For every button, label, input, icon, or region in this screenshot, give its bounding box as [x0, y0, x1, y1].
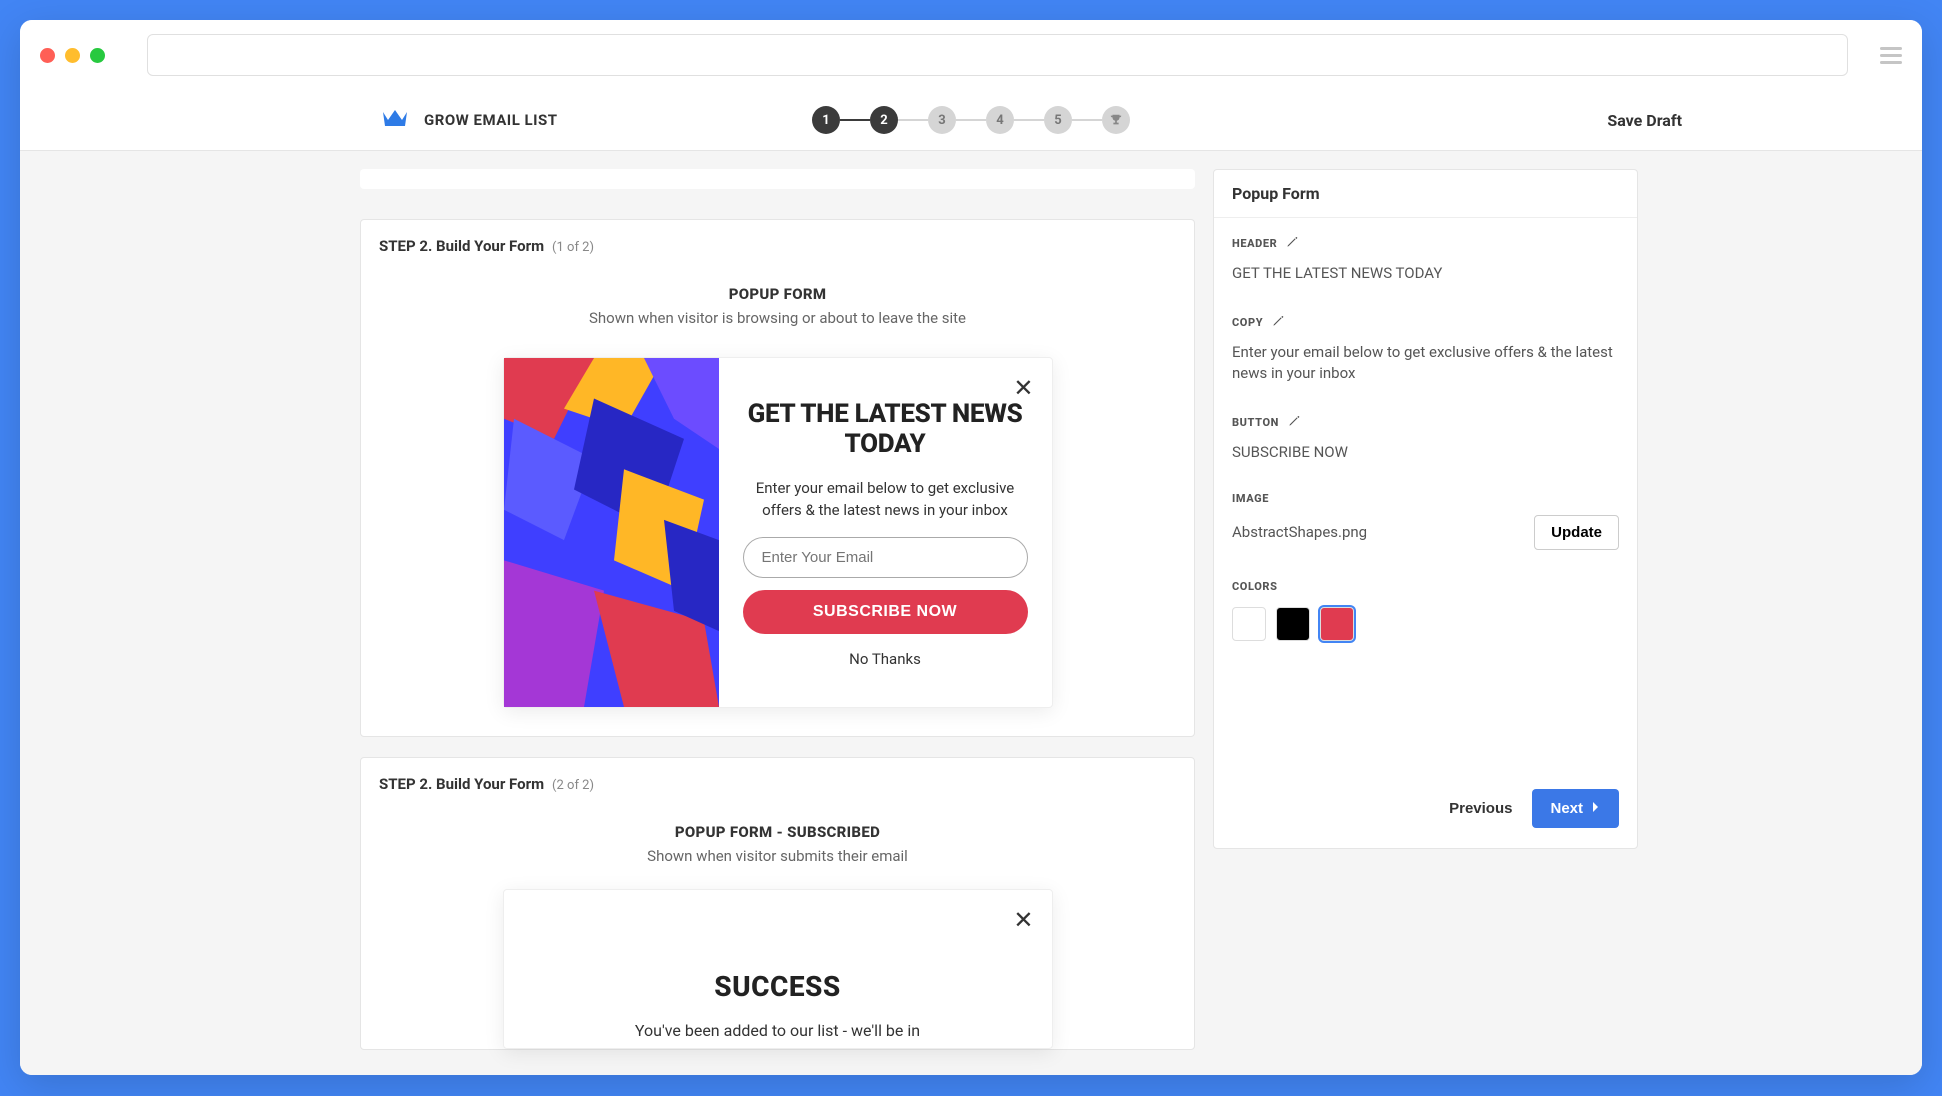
field-label-copy: COPY: [1232, 316, 1263, 329]
field-value-header: GET THE LATEST NEWS TODAY: [1232, 263, 1619, 283]
hamburger-menu-icon[interactable]: [1880, 47, 1902, 64]
section-desc: Shown when visitor submits their email: [379, 847, 1176, 865]
edit-header-icon[interactable]: [1285, 234, 1298, 253]
step-3[interactable]: 3: [928, 106, 956, 134]
section-heading: POPUP FORM - SUBSCRIBED: [379, 823, 1176, 841]
save-draft-button[interactable]: Save Draft: [1607, 111, 1682, 130]
browser-window: GROW EMAIL LIST 1 2 3 4 5 Save Draft STE…: [20, 20, 1922, 1075]
section-heading: POPUP FORM: [379, 285, 1176, 303]
section-desc: Shown when visitor is browsing or about …: [379, 309, 1176, 327]
popup-preview: ✕ GET THE LATEST NEWS TODAY Enter your e…: [503, 357, 1053, 708]
field-header-row: HEADER: [1232, 234, 1619, 253]
card-subheader: (2 of 2): [552, 778, 594, 793]
next-button-label: Next: [1550, 800, 1583, 817]
sidebar-title: Popup Form: [1214, 170, 1637, 218]
step-connector: [956, 119, 986, 121]
window-minimize-icon[interactable]: [65, 48, 80, 63]
browser-chrome: [20, 20, 1922, 90]
collapsed-card: [360, 169, 1195, 189]
card-title: STEP 2. Build Your Form: [379, 237, 544, 255]
field-value-copy: Enter your email below to get exclusive …: [1232, 342, 1619, 383]
field-copy-row: COPY: [1232, 313, 1619, 332]
window-close-icon[interactable]: [40, 48, 55, 63]
field-value-button: SUBSCRIBE NOW: [1232, 442, 1619, 462]
next-button[interactable]: Next: [1532, 789, 1619, 828]
popup-headline: GET THE LATEST NEWS TODAY: [743, 400, 1028, 460]
popup-close-icon[interactable]: ✕: [1013, 906, 1033, 934]
main-column: STEP 2. Build Your Form (1 of 2) POPUP F…: [360, 151, 1195, 1075]
popup-body: ✕ GET THE LATEST NEWS TODAY Enter your e…: [719, 358, 1052, 707]
color-swatch-white[interactable]: [1232, 607, 1266, 641]
chevron-right-icon: [1591, 800, 1601, 817]
logo-section: GROW EMAIL LIST: [380, 106, 558, 134]
crown-icon: [380, 106, 410, 134]
step-5[interactable]: 5: [1044, 106, 1072, 134]
subscribe-button[interactable]: SUBSCRIBE NOW: [743, 590, 1028, 634]
step-4[interactable]: 4: [986, 106, 1014, 134]
step-connector: [840, 119, 870, 121]
top-bar: GROW EMAIL LIST 1 2 3 4 5 Save Draft: [20, 90, 1922, 151]
popup-image: [504, 358, 719, 707]
edit-button-icon[interactable]: [1287, 413, 1300, 432]
step-connector: [1014, 119, 1044, 121]
edit-copy-icon[interactable]: [1271, 313, 1284, 332]
sidebar-body: HEADER GET THE LATEST NEWS TODAY COPY En…: [1214, 218, 1637, 773]
color-swatches: [1232, 607, 1619, 641]
previous-button[interactable]: Previous: [1449, 800, 1512, 817]
field-label-header: HEADER: [1232, 237, 1277, 250]
card-header: STEP 2. Build Your Form (1 of 2): [379, 236, 1176, 255]
field-label-image: IMAGE: [1232, 492, 1269, 505]
update-image-button[interactable]: Update: [1534, 515, 1619, 550]
window-maximize-icon[interactable]: [90, 48, 105, 63]
color-swatch-black[interactable]: [1276, 607, 1310, 641]
card-header: STEP 2. Build Your Form (2 of 2): [379, 774, 1176, 793]
url-bar[interactable]: [147, 34, 1848, 76]
step-connector: [1072, 119, 1102, 121]
form-builder-card-2: STEP 2. Build Your Form (2 of 2) POPUP F…: [360, 757, 1195, 1050]
step-connector: [898, 119, 928, 121]
field-button-row: BUTTON: [1232, 413, 1619, 432]
no-thanks-link[interactable]: No Thanks: [743, 650, 1028, 668]
progress-stepper: 1 2 3 4 5: [812, 106, 1130, 134]
field-label-colors: COLORS: [1232, 580, 1278, 593]
email-input[interactable]: [743, 537, 1028, 578]
app-title: GROW EMAIL LIST: [424, 111, 558, 129]
step-2[interactable]: 2: [870, 106, 898, 134]
sidebar-footer: Previous Next: [1214, 773, 1637, 848]
card-subheader: (1 of 2): [552, 240, 594, 255]
step-final-trophy-icon[interactable]: [1102, 106, 1130, 134]
success-body: You've been added to our list - we'll be…: [528, 1021, 1028, 1040]
sidebar-column: Popup Form HEADER GET THE LATEST NEWS TO…: [1213, 151, 1638, 1075]
form-builder-card-1: STEP 2. Build Your Form (1 of 2) POPUP F…: [360, 219, 1195, 737]
card-title: STEP 2. Build Your Form: [379, 775, 544, 793]
image-row: AbstractShapes.png Update: [1232, 515, 1619, 550]
sidebar-panel: Popup Form HEADER GET THE LATEST NEWS TO…: [1213, 169, 1638, 849]
step-1[interactable]: 1: [812, 106, 840, 134]
field-label-button: BUTTON: [1232, 416, 1279, 429]
success-title: SUCCESS: [528, 970, 1028, 1003]
popup-success-preview: ✕ SUCCESS You've been added to our list …: [503, 889, 1053, 1049]
popup-close-icon[interactable]: ✕: [1013, 374, 1033, 402]
traffic-lights: [40, 48, 105, 63]
popup-copy: Enter your email below to get exclusive …: [743, 478, 1028, 522]
content-area: STEP 2. Build Your Form (1 of 2) POPUP F…: [20, 151, 1922, 1075]
color-swatch-red[interactable]: [1320, 607, 1354, 641]
field-colors-row: COLORS: [1232, 580, 1619, 593]
image-filename: AbstractShapes.png: [1232, 522, 1367, 542]
field-image-row: IMAGE: [1232, 492, 1619, 505]
